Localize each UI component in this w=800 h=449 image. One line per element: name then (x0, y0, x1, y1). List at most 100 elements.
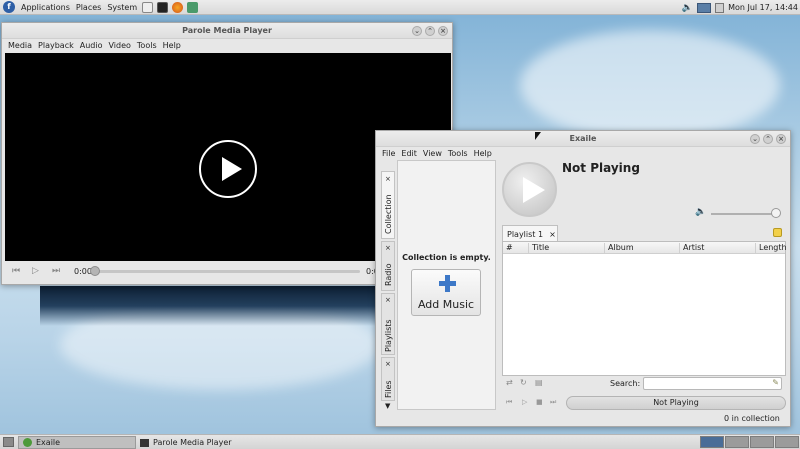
parole-titlebar[interactable]: Parole Media Player ⌄ ⌃ × (2, 23, 452, 39)
system-menu[interactable]: System (104, 3, 140, 12)
bottom-panel: Exaile Parole Media Player (0, 434, 800, 449)
task-label: Parole Media Player (153, 438, 232, 447)
close-button[interactable]: × (776, 134, 786, 144)
collection-panel: Collection is empty. Add Music (397, 160, 496, 410)
next-icon[interactable]: ⏭ (52, 266, 60, 276)
workspace-3[interactable] (750, 436, 774, 448)
progress-bar[interactable]: Not Playing (566, 396, 786, 410)
play-button[interactable]: ▷ (32, 266, 39, 276)
network-icon[interactable] (697, 2, 712, 13)
menu-playback[interactable]: Playback (36, 41, 78, 50)
search-label: Search: (610, 379, 641, 388)
add-music-button[interactable]: Add Music (411, 269, 481, 316)
play-icon[interactable]: ▷ (522, 398, 527, 406)
exaile-menubar: File Edit View Tools Help (376, 147, 790, 160)
add-music-label: Add Music (417, 298, 475, 311)
volume-handle[interactable] (771, 208, 781, 218)
column-number[interactable]: # (503, 243, 513, 253)
stop-icon[interactable]: ■ (536, 398, 543, 406)
column-title[interactable]: Title (528, 243, 549, 253)
now-playing-title: Not Playing (562, 161, 640, 175)
workspace-1[interactable] (700, 436, 724, 448)
tab-files[interactable]: × Files (381, 357, 395, 401)
tab-label: Radio (384, 263, 393, 286)
menu-help[interactable]: Help (161, 41, 185, 50)
volume-icon[interactable]: 🔈 (682, 3, 693, 13)
collection-count: 0 in collection (724, 414, 780, 423)
tab-radio[interactable]: × Radio (381, 241, 395, 291)
close-button[interactable]: × (438, 26, 448, 36)
shuffle-icon[interactable]: ⇄ (506, 378, 513, 387)
image-viewer-icon[interactable] (187, 1, 199, 13)
repeat-icon[interactable]: ↻ (520, 378, 527, 387)
close-tab-icon[interactable]: × (385, 244, 391, 252)
previous-icon[interactable]: ⏮ (12, 266, 20, 276)
minimize-button[interactable]: ⌄ (412, 26, 422, 36)
workspace-2[interactable] (725, 436, 749, 448)
terminal-icon[interactable] (157, 1, 169, 13)
maximize-button[interactable]: ⌃ (763, 134, 773, 144)
close-tab-icon[interactable]: × (549, 230, 556, 239)
battery-icon[interactable] (715, 2, 725, 13)
menu-audio[interactable]: Audio (78, 41, 107, 50)
top-panel: f Applications Places System 🔈 Mon Jul 1… (0, 0, 800, 15)
column-length[interactable]: Length (755, 243, 787, 253)
mouse-cursor (535, 132, 541, 140)
search-row: ⇄ ↻ ▤ Search: ✎ (502, 377, 786, 392)
tab-playlist-1[interactable]: Playlist 1 × (502, 225, 558, 242)
seek-handle[interactable] (90, 266, 100, 276)
dynamic-icon[interactable]: ▤ (535, 378, 543, 387)
workspace-4[interactable] (775, 436, 799, 448)
close-tab-icon[interactable]: × (385, 175, 391, 183)
window-title: Exaile (569, 134, 597, 143)
taskbar-item-parole[interactable]: Parole Media Player (136, 436, 296, 449)
menu-view[interactable]: View (421, 149, 446, 158)
tab-label: Playlists (384, 319, 393, 352)
maximize-button[interactable]: ⌃ (425, 26, 435, 36)
clear-search-icon[interactable]: ✎ (772, 378, 779, 387)
show-desktop-icon[interactable] (3, 437, 14, 447)
firefox-icon[interactable] (172, 1, 184, 13)
window-title: Parole Media Player (182, 26, 272, 35)
places-menu[interactable]: Places (73, 3, 104, 12)
minimize-button[interactable]: ⌄ (750, 134, 760, 144)
menu-file[interactable]: File (380, 149, 399, 158)
tab-playlists[interactable]: × Playlists (381, 293, 395, 355)
desktop-cloud (520, 30, 780, 140)
column-artist[interactable]: Artist (679, 243, 704, 253)
scroll-down-icon[interactable]: ▼ (385, 402, 390, 410)
menu-edit[interactable]: Edit (399, 149, 421, 158)
exaile-icon (23, 438, 32, 447)
play-pause-button[interactable] (502, 162, 557, 217)
playlist-table[interactable]: # Title Album Artist Length (502, 241, 787, 376)
fedora-logo-icon[interactable]: f (3, 1, 15, 13)
menu-help[interactable]: Help (472, 149, 496, 158)
play-icon[interactable] (199, 140, 257, 198)
search-input[interactable]: ✎ (643, 377, 782, 390)
menu-tools[interactable]: Tools (446, 149, 472, 158)
column-album[interactable]: Album (604, 243, 634, 253)
tab-collection[interactable]: × Collection (381, 171, 395, 239)
seek-bar[interactable] (96, 270, 360, 273)
parole-icon (140, 438, 149, 447)
taskbar-item-exaile[interactable]: Exaile (18, 436, 136, 449)
close-tab-icon[interactable]: × (385, 360, 391, 368)
system-tray: 🔈 Mon Jul 17, 14:44 (682, 0, 798, 15)
text-editor-icon[interactable] (142, 1, 154, 13)
next-icon[interactable]: ⏭ (550, 398, 556, 407)
playlist-tab-label: Playlist 1 (507, 229, 544, 239)
new-playlist-icon[interactable] (773, 228, 782, 237)
exaile-titlebar[interactable]: Exaile ⌄ ⌃ × (376, 131, 790, 147)
playlist-header: # Title Album Artist Length (503, 242, 787, 254)
menu-video[interactable]: Video (106, 41, 134, 50)
close-tab-icon[interactable]: × (385, 296, 391, 304)
clock[interactable]: Mon Jul 17, 14:44 (728, 3, 798, 12)
previous-icon[interactable]: ⏮ (506, 398, 512, 407)
menu-tools[interactable]: Tools (135, 41, 161, 50)
tab-label: Files (384, 380, 393, 398)
volume-slider[interactable] (711, 213, 777, 215)
menu-media[interactable]: Media (6, 41, 36, 50)
plus-icon (439, 275, 456, 292)
volume-icon[interactable]: 🔈 (695, 207, 706, 217)
applications-menu[interactable]: Applications (18, 3, 73, 12)
